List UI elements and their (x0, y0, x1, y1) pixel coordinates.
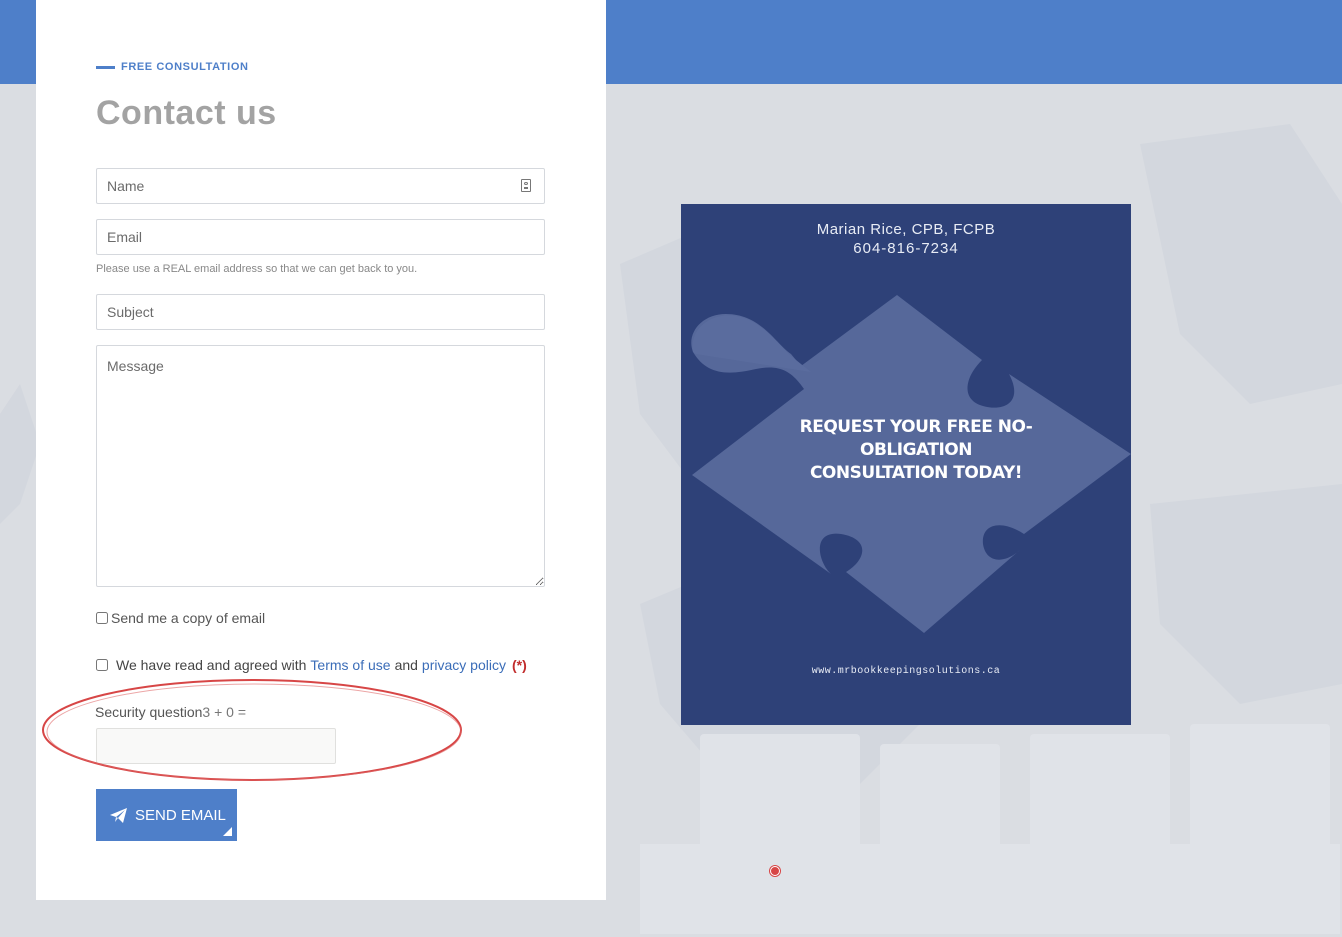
agree-terms-option: We have read and agreed with Terms of us… (96, 657, 527, 673)
promo-contact-name: Marian Rice, CPB, FCPB (816, 221, 996, 238)
send-copy-checkbox[interactable] (96, 612, 108, 624)
subject-input[interactable] (96, 294, 545, 330)
paper-plane-icon (110, 807, 127, 823)
required-mark: (*) (511, 657, 527, 673)
email-input[interactable] (96, 219, 545, 255)
send-email-button[interactable]: SEND EMAIL (96, 789, 237, 841)
security-question-label: Security question3 + 0 = (95, 704, 246, 720)
message-textarea[interactable] (96, 345, 545, 587)
promo-headline-line1: REQUEST YOUR FREE NO-OBLIGATION (799, 417, 1033, 460)
consultation-promo-image: Marian Rice, CPB, FCPB 604-816-7234 REQU… (681, 204, 1131, 725)
eyebrow-bar (96, 65, 115, 69)
security-question-text: 3 + 0 = (202, 704, 246, 720)
send-copy-label: Send me a copy of email (111, 610, 266, 626)
promo-phone: 604-816-7234 (853, 240, 959, 257)
name-input[interactable] (96, 168, 545, 204)
promo-website: www.mrbookkeepingsolutions.ca (811, 666, 1001, 677)
promo-headline: REQUEST YOUR FREE NO-OBLIGATION CONSULTA… (771, 416, 1061, 485)
button-corner-decor (223, 827, 232, 836)
contact-card-icon (521, 179, 531, 192)
contact-form-card: FREE CONSULTATION Contact us Please use … (36, 0, 606, 900)
security-label-text: Security question (95, 704, 203, 720)
agree-terms-checkbox[interactable] (96, 659, 108, 671)
promo-headline-line2: CONSULTATION TODAY! (809, 463, 1023, 483)
agree-and: and (394, 657, 418, 673)
send-email-label: SEND EMAIL (135, 806, 226, 824)
security-answer-input[interactable] (96, 728, 336, 764)
page-title: Contact us (96, 94, 277, 132)
annotation-dot (770, 866, 780, 876)
agree-prefix: We have read and agreed with (116, 657, 307, 673)
eyebrow-text: FREE CONSULTATION (121, 61, 249, 73)
section-eyebrow: FREE CONSULTATION (96, 61, 249, 73)
privacy-policy-link[interactable]: privacy policy (422, 657, 506, 673)
email-hint: Please use a REAL email address so that … (96, 263, 418, 275)
send-copy-option[interactable]: Send me a copy of email (96, 610, 265, 626)
terms-of-use-link[interactable]: Terms of use (310, 657, 390, 673)
